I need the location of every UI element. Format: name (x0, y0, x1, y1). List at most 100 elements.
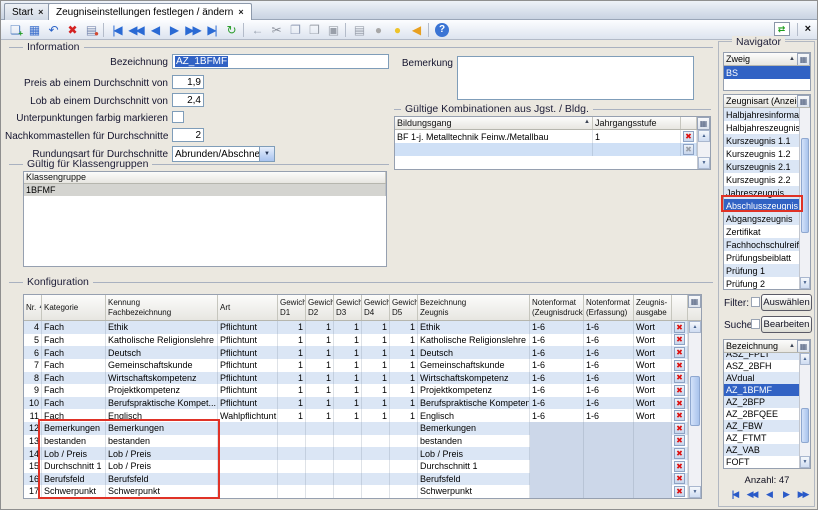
tab-start[interactable]: Start × (4, 3, 51, 20)
bezeichnung-input[interactable]: AZ_1BFMF (172, 54, 389, 69)
field-chooser-icon[interactable]: ▦ (797, 95, 810, 108)
field-chooser-icon[interactable]: ▦ (688, 295, 701, 308)
stamp-icon[interactable]: ● (368, 21, 387, 38)
delete-row-button[interactable]: ✖ (674, 372, 685, 383)
delete-row-button[interactable]: ✖ (674, 448, 685, 459)
list-item[interactable]: AZ_FTMT (724, 432, 799, 444)
bemerkung-textarea[interactable] (457, 56, 694, 100)
list-item[interactable]: BS (724, 66, 810, 79)
scroll-down-button[interactable]: ▼ (689, 486, 701, 498)
list-item[interactable]: AZ_2BFP (724, 396, 799, 408)
list-header[interactable]: Bezeichnung▲▦ (724, 340, 810, 353)
lightbulb-icon[interactable]: ● (387, 21, 406, 38)
list-item[interactable]: Kurszeugnis 2.2 (724, 173, 799, 186)
delete-row-button[interactable]: ✖ (674, 486, 685, 497)
list-item[interactable]: Prüfungsbeiblatt (724, 251, 799, 264)
table-row[interactable]: 12BemerkungenBemerkungenBemerkungen✖ (24, 422, 701, 435)
nav-fast-prev-button[interactable]: ◀◀ (744, 489, 759, 500)
list-item[interactable]: Kurszeugnis 1.2 (724, 147, 799, 160)
column-header[interactable]: Bildungsgang▲ (395, 117, 593, 129)
table-row[interactable]: 1BFMF (24, 184, 386, 196)
suche-checkbox[interactable] (751, 319, 760, 329)
table-row[interactable]: 10FachBerufspraktische Kompet...Pflichtu… (24, 397, 701, 410)
table-row[interactable]: 14Lob / PreisLob / PreisLob / Preis✖ (24, 447, 701, 460)
prev-record-icon[interactable]: ◀ (145, 21, 164, 38)
table-row[interactable]: BF 1-j. Metalltechnik Feinw./Metallbau1✖ (395, 130, 710, 143)
list-item[interactable]: AZ_VAB (724, 444, 799, 456)
list-item[interactable]: Prüfung 2 (724, 277, 799, 289)
horn-icon[interactable]: ◀ (406, 21, 425, 38)
scroll-down-button[interactable]: ▼ (698, 157, 710, 169)
table-row[interactable]: 8FachWirtschaftskompetenzPflichtunt11111… (24, 372, 701, 385)
list-item[interactable]: Zertifikat (724, 225, 799, 238)
delete-row-button[interactable]: ✖ (674, 461, 685, 472)
scroll-up-button[interactable]: ▲ (689, 321, 701, 333)
list-header[interactable]: Zeugnisart (Anzeig...▦ (724, 95, 810, 108)
vertical-scrollbar[interactable]: ▲▼ (697, 130, 710, 169)
delete-row-button[interactable]: ✖ (674, 347, 685, 358)
column-header[interactable]: Kategorie (42, 295, 106, 320)
cut-icon[interactable]: ✂ (266, 21, 285, 38)
table-row[interactable]: ✖ (395, 143, 710, 156)
delete-row-button[interactable]: ✖ (674, 398, 685, 409)
field-chooser-icon[interactable]: ▦ (797, 53, 810, 66)
table-row[interactable]: 7FachGemeinschaftskundePflichtunt11111Ge… (24, 359, 701, 372)
delete-record-icon[interactable]: ✖ (62, 21, 81, 38)
list-item[interactable]: Abschlusszeugnis (724, 199, 799, 212)
scroll-up-button[interactable]: ▲ (698, 130, 710, 142)
delete-row-button[interactable]: ✖ (674, 410, 685, 421)
copy-icon[interactable]: ❐ (285, 21, 304, 38)
edit-record-icon[interactable]: ▤● (81, 21, 100, 38)
table-row[interactable]: 13bestandenbestandenbestanden✖ (24, 435, 701, 448)
delete-row-button[interactable]: ✖ (674, 385, 685, 396)
vertical-scrollbar[interactable]: ▼ (799, 108, 810, 289)
suche-bearbeiten-button[interactable]: Bearbeiten (761, 316, 812, 333)
refresh-icon[interactable]: ↻ (221, 21, 240, 38)
next-record-icon[interactable]: ▶ (164, 21, 183, 38)
column-header[interactable]: Kennung Fachbezeichnung (106, 295, 218, 320)
delete-row-button[interactable]: ✖ (674, 473, 685, 484)
first-record-icon[interactable]: |◀ (107, 21, 126, 38)
list-item[interactable]: Kurszeugnis 2.1 (724, 160, 799, 173)
column-header[interactable]: Gewicht D1 (278, 295, 306, 320)
fast-next-record-icon[interactable]: ▶▶ (183, 21, 202, 38)
close-panel-icon[interactable]: × (805, 23, 811, 35)
unterpunktungen-checkbox[interactable] (172, 111, 184, 123)
list-item[interactable]: AZ_FBW (724, 420, 799, 432)
list-item[interactable]: AZ_1BFMF (724, 384, 799, 396)
column-header[interactable]: Art (218, 295, 278, 320)
table-row[interactable]: 16BerufsfeldBerufsfeldBerufsfeld✖ (24, 473, 701, 486)
column-header[interactable]: Klassengruppe (24, 172, 386, 183)
rundungsart-combobox[interactable]: Abrunden/Abschneiden ▼ (172, 146, 275, 162)
scrollbar-thumb[interactable] (801, 138, 809, 233)
list-header[interactable]: Zweig▲▦ (724, 53, 810, 66)
column-header[interactable]: Gewicht D2 (306, 295, 334, 320)
column-header[interactable]: Jahrgangsstufe (593, 117, 681, 129)
field-chooser-icon[interactable]: ▦ (797, 340, 810, 353)
combobox-dropdown-icon[interactable]: ▼ (259, 147, 274, 161)
list-item[interactable]: AVdual (724, 372, 799, 384)
column-header[interactable]: Gewicht D4 (362, 295, 390, 320)
select-region-icon[interactable]: ▣ (323, 21, 342, 38)
nav-next-button[interactable]: ▶ (778, 489, 793, 500)
nav-first-button[interactable]: |◀ (727, 489, 742, 500)
list-item[interactable]: Fachhochschulreife (724, 238, 799, 251)
save-icon[interactable]: ▦ (24, 21, 43, 38)
vertical-scrollbar[interactable]: ▲▼ (688, 321, 701, 498)
list-item[interactable]: FOFT (724, 456, 799, 468)
list-item[interactable]: Halbjahreszeugnis (724, 121, 799, 134)
list-item[interactable]: Abgangszeugnis (724, 212, 799, 225)
table-row[interactable]: 17SchwerpunktSchwerpunktSchwerpunkt✖ (24, 485, 701, 498)
delete-row-button[interactable]: ✖ (674, 360, 685, 371)
filter-checkbox[interactable] (751, 297, 760, 307)
table-row[interactable]: 9FachProjektkompetenzPflichtunt11111Proj… (24, 384, 701, 397)
list-item[interactable]: Halbjahresinformat... (724, 108, 799, 121)
field-chooser-icon[interactable]: ▦ (697, 117, 710, 130)
list-item[interactable]: ASZ_FPLT (724, 353, 799, 360)
scroll-down-button[interactable]: ▼ (800, 456, 810, 468)
table-row[interactable]: 15Durchschnitt 1Lob / PreisDurchschnitt … (24, 460, 701, 473)
table-row[interactable]: 4FachEthikPflichtunt11111Ethik1-61-6Wort… (24, 321, 701, 334)
undo-icon[interactable]: ↶ (43, 21, 62, 38)
lob-input[interactable]: 2,4 (172, 93, 204, 107)
delete-row-button[interactable]: ✖ (683, 131, 694, 142)
